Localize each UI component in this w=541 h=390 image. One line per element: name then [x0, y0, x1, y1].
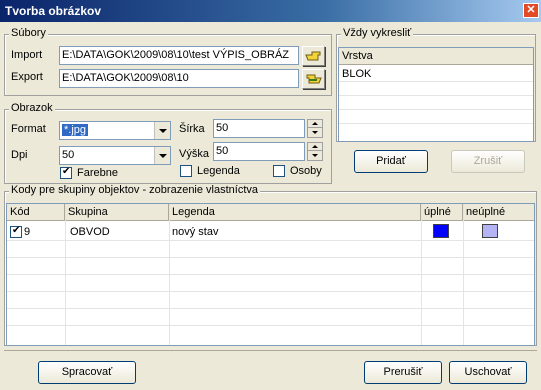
spin-up-icon[interactable]	[308, 143, 322, 151]
prerusit-button[interactable]: Prerušiť	[364, 361, 442, 384]
obrazok-legend: Obrazok	[9, 102, 55, 114]
zrusit-button[interactable]: Zrušiť	[451, 150, 525, 173]
dpi-label: Dpi	[11, 149, 28, 161]
chevron-down-icon[interactable]	[154, 122, 170, 139]
hand-point-icon	[305, 51, 321, 61]
window-title: Tvorba obrázkov	[5, 4, 102, 18]
col-legenda[interactable]: Legenda	[169, 204, 421, 221]
grid-line	[7, 308, 534, 309]
spin-up-icon[interactable]	[308, 120, 322, 128]
sirka-label: Šírka	[179, 123, 205, 135]
format-label: Format	[11, 123, 46, 135]
grid-line	[7, 325, 534, 326]
osoby-label: Osoby	[290, 165, 322, 177]
vyska-spinner[interactable]	[307, 142, 323, 161]
legenda-label: Legenda	[197, 165, 240, 177]
uschovat-button[interactable]: Uschovať	[449, 361, 527, 384]
farebne-checkbox[interactable]	[60, 166, 72, 179]
hand-point-icon	[306, 74, 322, 84]
export-browse-button[interactable]	[302, 69, 325, 89]
grid-line	[7, 291, 534, 292]
kody-legend: Kody pre skupiny objektov - zobrazenie v…	[9, 184, 261, 196]
grid-line	[7, 274, 534, 275]
vrstva-row[interactable]: BLOK	[342, 68, 371, 80]
format-value: *.jpg	[62, 124, 89, 136]
col-neuplne[interactable]: neúplné	[463, 204, 534, 221]
grid-line	[7, 257, 534, 258]
export-field[interactable]: E:\DATA\GOK\2009\08\10	[59, 69, 299, 88]
sirka-field[interactable]: 50	[213, 119, 305, 138]
close-button[interactable]: ✕	[523, 3, 539, 18]
row-legenda[interactable]: nový stav	[172, 226, 218, 238]
farebne-label: Farebne	[77, 167, 118, 179]
export-label: Export	[11, 71, 43, 83]
chevron-down-icon[interactable]	[154, 147, 170, 164]
legenda-checkbox[interactable]	[180, 165, 192, 177]
col-kod[interactable]: Kód	[7, 204, 65, 221]
osoby-checkbox[interactable]	[273, 165, 285, 177]
vrstva-table[interactable]: Vrstva BLOK	[338, 47, 534, 142]
import-label: Import	[11, 49, 43, 61]
import-field[interactable]: E:\DATA\GOK\2009\08\10\test VÝPIS_OBRÁZ	[59, 46, 299, 65]
row-skupina: OBVOD	[70, 226, 110, 238]
grid-line	[7, 240, 534, 241]
row-kod: 9	[24, 226, 31, 238]
import-browse-button[interactable]	[302, 46, 325, 66]
kody-table[interactable]: Kód Skupina Legenda úplné neúplné 9 OBVO…	[6, 203, 535, 346]
vzdy-legend: Vždy vykresliť	[341, 27, 414, 39]
spin-down-icon[interactable]	[308, 129, 322, 137]
uplne-color-swatch[interactable]	[433, 224, 449, 238]
subory-legend: Súbory	[9, 27, 48, 39]
vrstva-header: Vrstva	[339, 48, 533, 65]
spin-down-icon[interactable]	[308, 152, 322, 160]
format-select[interactable]: *.jpg	[59, 121, 171, 140]
vyska-field[interactable]: 50	[213, 142, 305, 161]
dpi-value: 50	[62, 149, 75, 161]
sirka-spinner[interactable]	[307, 119, 323, 138]
title-bar: Tvorba obrázkov ✕	[0, 0, 541, 22]
row-checkbox[interactable]	[10, 225, 22, 238]
grid-line	[339, 81, 533, 82]
vyska-label: Výška	[179, 148, 209, 160]
grid-line	[339, 123, 533, 124]
neuplne-color-swatch[interactable]	[482, 224, 498, 238]
grid-line	[339, 95, 533, 96]
grid-line	[339, 109, 533, 110]
col-skupina[interactable]: Skupina	[65, 204, 169, 221]
zrusit-label: Zrušiť	[473, 155, 503, 167]
col-uplne[interactable]: úplné	[421, 204, 463, 221]
pridat-button[interactable]: Pridať	[354, 150, 428, 173]
spracovat-button[interactable]: Spracovať	[38, 361, 136, 384]
dpi-select[interactable]: 50	[59, 146, 171, 165]
